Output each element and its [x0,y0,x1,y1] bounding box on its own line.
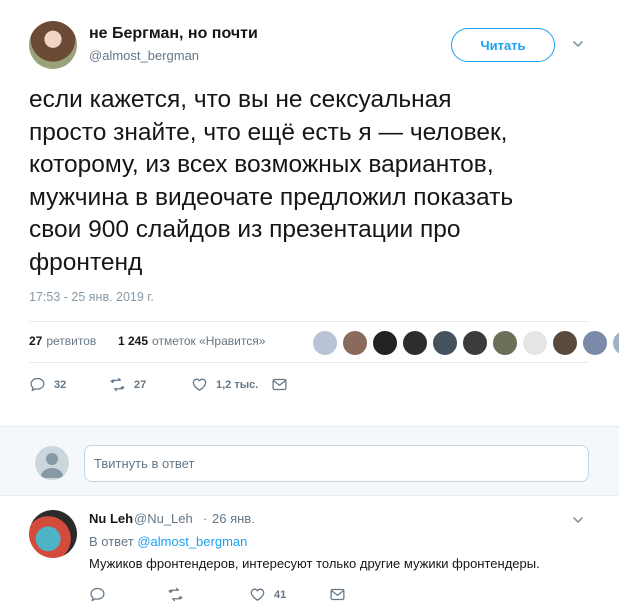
retweet-action[interactable] [167,586,184,603]
retweet-icon [168,587,183,602]
liker-avatar[interactable] [582,330,608,356]
liker-avatar[interactable] [612,330,619,356]
liker-avatar[interactable] [342,330,368,356]
likes-stat[interactable]: 1 245 отметок «Нравится» [118,334,265,348]
likes-label: отметок «Нравится» [152,334,266,348]
like-action[interactable]: 1,2 тыс. [191,376,258,393]
heart-icon [250,588,265,601]
message-action[interactable] [329,586,346,603]
reply-tweet[interactable]: Nu Leh @Nu_Leh · 26 янв. В ответ @almost… [0,497,619,612]
likes-count: 1 245 [118,334,149,348]
envelope-icon [272,378,287,391]
tweet-stats: 27 ретвитов 1 245 отметок «Нравится» [29,322,619,362]
tweet-timestamp[interactable]: 17:53 - 25 янв. 2019 г. [29,290,154,304]
retweets-label: ретвитов [46,334,97,348]
reply-author-avatar[interactable] [29,510,77,558]
like-count: 41 [274,588,287,601]
chevron-down-icon[interactable] [572,514,584,526]
reply-input[interactable]: Твитнуть в ответ [84,445,589,482]
liker-avatar[interactable] [552,330,578,356]
retweet-action[interactable]: 27 [109,376,146,393]
reply-text: Мужиков фронтендеров, интересуют только … [89,556,540,571]
chevron-down-icon[interactable] [572,38,584,50]
tweet-text: если кажется, что вы не сексуальная прос… [29,86,514,276]
tweet-actions: 32 27 1,2 тыс. [29,376,329,400]
tweet-header: не Бергман, но почти @almost_bergman Чит… [0,0,619,86]
current-user-avatar [35,446,69,480]
liker-avatar[interactable] [522,330,548,356]
liker-avatar[interactable] [492,330,518,356]
reply-action[interactable] [89,586,106,603]
reply-author-handle[interactable]: @Nu_Leh [134,511,193,526]
retweet-count: 27 [134,378,147,391]
reply-actions: 41 [89,586,389,606]
liker-avatar[interactable] [402,330,428,356]
divider [29,362,589,363]
message-action[interactable] [271,376,288,393]
separator-dot: · [203,511,208,526]
liker-avatar[interactable] [432,330,458,356]
reply-icon [30,377,45,392]
replying-to: В ответ @almost_bergman [89,534,247,549]
liker-avatar[interactable] [312,330,338,356]
reply-count: 32 [54,378,67,391]
default-avatar-icon [40,453,64,478]
replying-to-link[interactable]: @almost_bergman [137,534,247,549]
heart-icon [192,378,207,391]
reply-composer: Твитнуть в ответ [0,426,619,496]
replying-prefix: В ответ [89,534,134,549]
reply-author-name[interactable]: Nu Leh [89,511,133,526]
author-name[interactable]: не Бергман, но почти [89,25,258,43]
follow-button[interactable]: Читать [451,28,555,62]
retweet-icon [110,377,125,392]
author-handle[interactable]: @almost_bergman [89,48,199,63]
envelope-icon [330,588,345,601]
like-action[interactable]: 41 [249,586,286,603]
liker-avatar[interactable] [372,330,398,356]
author-avatar[interactable] [29,21,77,69]
reply-action[interactable]: 32 [29,376,66,393]
reply-icon [90,587,105,602]
reply-date[interactable]: 26 янв. [212,511,255,526]
retweets-count: 27 [29,334,43,348]
likers-avatars [312,330,619,356]
retweets-stat[interactable]: 27 ретвитов [29,334,96,348]
liker-avatar[interactable] [462,330,488,356]
like-count: 1,2 тыс. [216,378,259,391]
